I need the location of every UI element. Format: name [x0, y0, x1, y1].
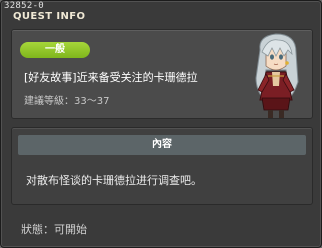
quest-header-panel: 一般 [好友故事]近来备受关注的卡珊德拉 建議等級：33～37: [11, 29, 313, 119]
recommended-level: 建議等級：33～37: [24, 96, 110, 107]
quest-name: [好友故事]近来备受关注的卡珊德拉: [24, 71, 198, 84]
npc-portrait-icon: [255, 33, 299, 118]
quest-description: 对散布怪谈的卡珊德拉进行调查吧。: [26, 174, 202, 187]
quest-info-window: 32852-0 QUEST INFO 一般 [好友故事]近来备受关注的卡珊德拉 …: [0, 0, 322, 248]
window-title: QUEST INFO: [13, 11, 86, 22]
content-header: 內容: [18, 135, 306, 155]
quest-category-badge: 一般: [20, 42, 90, 58]
quest-id: 32852-0: [4, 1, 45, 11]
quest-content-panel: 內容 对散布怪谈的卡珊德拉进行调查吧。: [11, 127, 313, 205]
quest-status: 狀態：可開始: [21, 223, 87, 236]
